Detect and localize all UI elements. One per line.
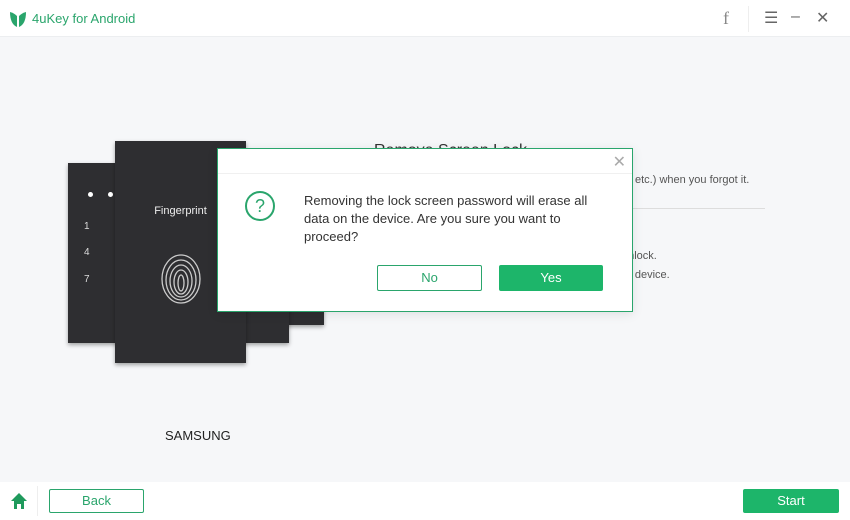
confirm-dialog: ✕ ? Removing the lock screen password wi… <box>217 148 633 312</box>
footer: Back Start <box>0 482 850 520</box>
dialog-message: Removing the lock screen password will e… <box>304 193 588 244</box>
description-text: etc.) when you forgot it. <box>635 174 750 186</box>
pin-dot <box>108 192 113 197</box>
no-button[interactable]: No <box>377 265 482 291</box>
home-icon[interactable] <box>10 492 28 510</box>
pin-dot <box>88 192 93 197</box>
dialog-header <box>218 149 632 174</box>
fingerprint-icon <box>161 254 201 304</box>
app-title: 4uKey for Android <box>32 11 136 26</box>
digit: 1 <box>84 221 90 232</box>
divider <box>37 486 38 516</box>
digit: 4 <box>84 247 90 258</box>
digit: 7 <box>84 274 90 285</box>
divider <box>748 6 749 32</box>
minimize-icon[interactable]: – <box>791 8 800 26</box>
yes-button[interactable]: Yes <box>499 265 603 291</box>
back-button[interactable]: Back <box>49 489 144 513</box>
close-icon[interactable]: ✕ <box>816 8 829 28</box>
start-button[interactable]: Start <box>743 489 839 513</box>
dialog-close-icon[interactable]: ✕ <box>613 152 626 172</box>
app-logo-icon <box>10 12 26 27</box>
facebook-icon[interactable]: f <box>723 8 729 29</box>
menu-icon[interactable]: ☰ <box>764 8 778 28</box>
device-brand: SAMSUNG <box>165 428 231 443</box>
title-bar: 4uKey for Android f ☰ – ✕ <box>0 0 850 37</box>
question-icon: ? <box>245 191 275 221</box>
